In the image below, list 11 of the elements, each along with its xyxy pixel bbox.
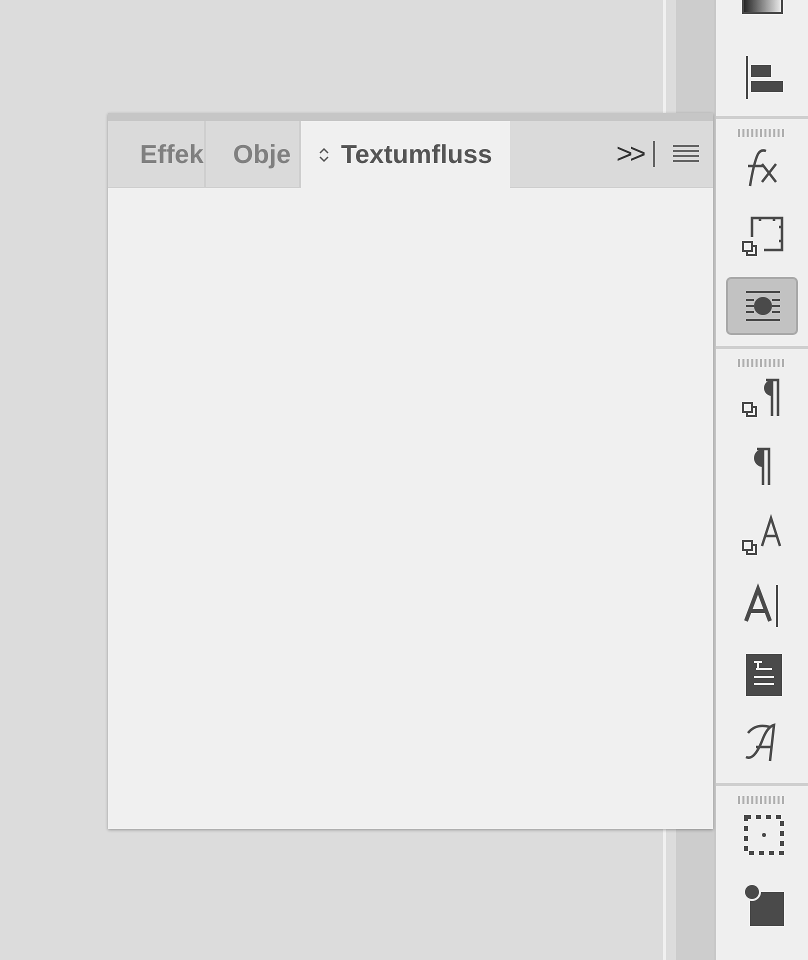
sort-icon bbox=[319, 146, 329, 162]
paragraph-icon bbox=[751, 447, 773, 487]
character-styles-icon bbox=[740, 514, 784, 558]
panel-tab[interactable]: Textumfluss bbox=[301, 121, 510, 188]
grip-icon[interactable] bbox=[738, 359, 786, 367]
menu-icon[interactable] bbox=[673, 145, 699, 163]
grip-icon[interactable] bbox=[738, 129, 786, 137]
transform-icon bbox=[740, 215, 784, 259]
overflow-button[interactable]: >> bbox=[616, 133, 653, 175]
grip-icon[interactable] bbox=[738, 796, 786, 804]
dock-button[interactable] bbox=[726, 277, 798, 335]
